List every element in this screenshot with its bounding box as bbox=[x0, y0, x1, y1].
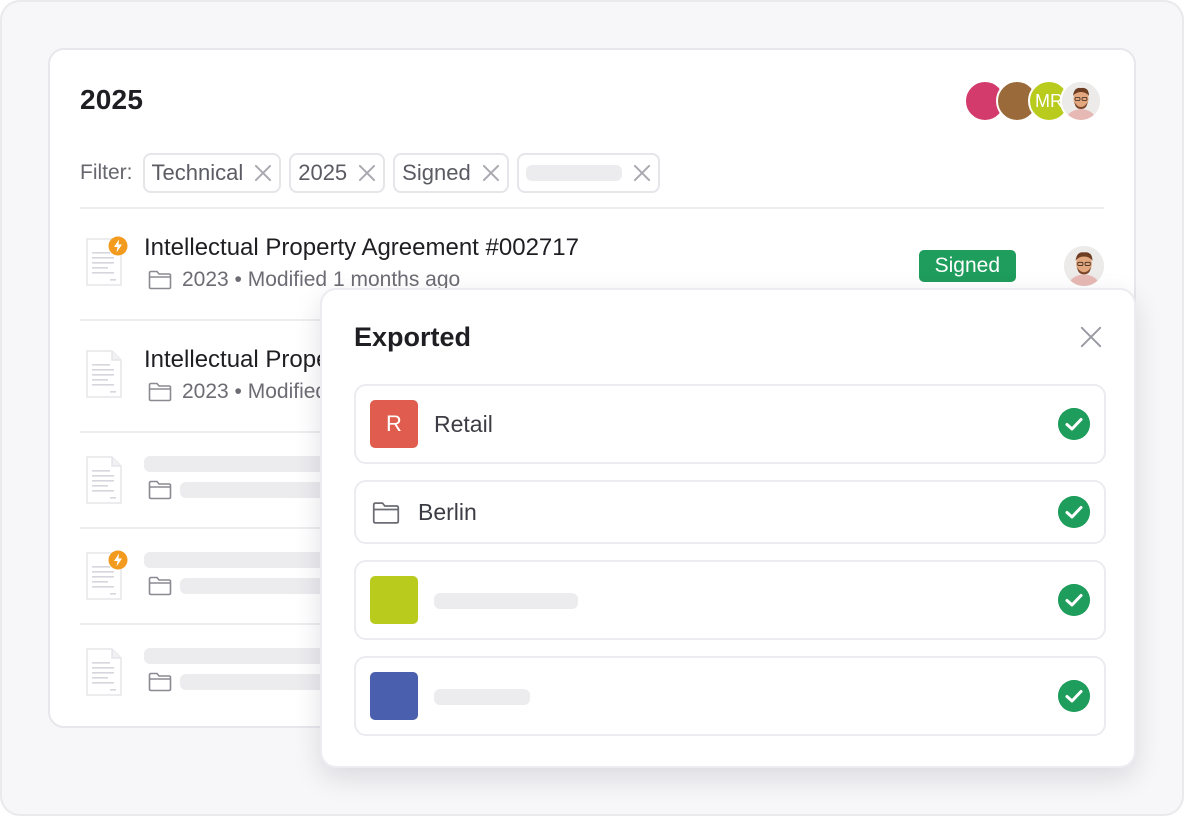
skeleton-label bbox=[434, 689, 530, 705]
person-photo-icon bbox=[1064, 246, 1104, 286]
folder-icon bbox=[372, 502, 400, 524]
filter-chip-2025[interactable]: 2025 bbox=[289, 153, 386, 193]
folder-icon bbox=[148, 382, 172, 402]
chip-label: Signed bbox=[402, 160, 471, 185]
close-icon[interactable] bbox=[253, 163, 273, 183]
page-title: 2025 bbox=[80, 84, 144, 115]
filter-chip-signed[interactable]: Signed bbox=[393, 153, 509, 193]
close-icon[interactable] bbox=[1078, 324, 1104, 350]
avatar-photo[interactable] bbox=[1060, 80, 1102, 122]
skeleton-meta bbox=[180, 674, 340, 690]
filter-chip-technical[interactable]: Technical bbox=[142, 153, 282, 193]
export-item-skeleton[interactable] bbox=[354, 656, 1106, 736]
skeleton-title bbox=[144, 552, 344, 568]
skeleton-meta bbox=[180, 482, 340, 498]
folder-icon bbox=[148, 480, 172, 500]
status-badge: Signed bbox=[918, 250, 1016, 282]
exported-panel: Exported R Retail Berlin bbox=[320, 288, 1136, 768]
folder-icon bbox=[148, 672, 172, 692]
skeleton-title bbox=[144, 648, 344, 664]
close-icon[interactable] bbox=[481, 163, 501, 183]
document-icon bbox=[86, 350, 122, 398]
skeleton-meta bbox=[180, 578, 340, 594]
lightning-icon bbox=[108, 550, 128, 570]
document-icon bbox=[86, 648, 122, 696]
folder-icon bbox=[148, 576, 172, 596]
panel-title: Exported bbox=[354, 322, 472, 352]
avatar-initials: MR bbox=[1035, 90, 1063, 111]
folder-icon bbox=[148, 270, 172, 290]
document-title[interactable]: Intellectual Property Agreement #002717 bbox=[144, 234, 579, 262]
check-circle-icon bbox=[1058, 680, 1090, 712]
chip-label: 2025 bbox=[298, 160, 348, 185]
lightning-icon bbox=[108, 236, 128, 256]
check-circle-icon bbox=[1058, 408, 1090, 440]
export-item-label: Retail bbox=[434, 411, 493, 437]
document-icon bbox=[86, 456, 122, 504]
skeleton-label bbox=[434, 593, 578, 609]
close-icon[interactable] bbox=[357, 163, 377, 183]
chip-skeleton bbox=[525, 165, 622, 181]
check-circle-icon bbox=[1058, 584, 1090, 616]
workspace-avatar: R bbox=[370, 400, 418, 448]
collaborator-avatars[interactable]: MR bbox=[964, 80, 1104, 122]
filter-chip-placeholder[interactable] bbox=[516, 153, 660, 193]
divider bbox=[80, 207, 1104, 209]
export-item-skeleton[interactable] bbox=[354, 560, 1106, 640]
document-meta: 2023 • Modified bbox=[148, 380, 327, 404]
skeleton-title bbox=[144, 456, 344, 472]
document-meta-text: 2023 • Modified bbox=[182, 380, 328, 403]
filter-label: Filter: bbox=[80, 161, 133, 184]
check-circle-icon bbox=[1058, 496, 1090, 528]
chip-label: Technical bbox=[151, 160, 244, 185]
close-icon[interactable] bbox=[632, 163, 652, 183]
avatar-photo[interactable] bbox=[1064, 246, 1104, 286]
workspace-swatch bbox=[370, 576, 418, 624]
export-item-berlin[interactable]: Berlin bbox=[354, 480, 1106, 544]
export-item-retail[interactable]: R Retail bbox=[354, 384, 1106, 464]
filter-bar: Filter: Technical 2025 Signed bbox=[80, 152, 668, 194]
workspace-swatch bbox=[370, 672, 418, 720]
export-item-label: Berlin bbox=[418, 499, 477, 525]
person-photo-icon bbox=[1062, 82, 1100, 120]
